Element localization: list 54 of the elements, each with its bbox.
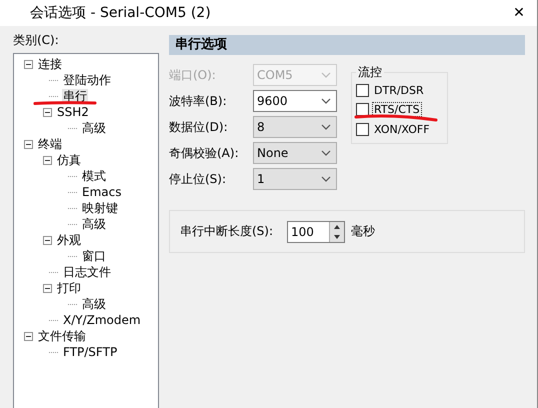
field-label: 波特率(B): bbox=[169, 92, 228, 110]
checkbox[interactable] bbox=[356, 122, 369, 136]
tree-item[interactable]: 日志文件 bbox=[62, 264, 112, 280]
category-label: 类别(C): bbox=[13, 33, 60, 49]
chevron-down-icon bbox=[321, 150, 331, 156]
collapse-icon[interactable] bbox=[24, 60, 33, 68]
chevron-down-icon bbox=[321, 98, 331, 104]
section-header: 串行选项 bbox=[169, 35, 525, 55]
checkbox-label: XON/XOFF bbox=[373, 122, 431, 137]
tree-item[interactable]: X/Y/Zmodem bbox=[62, 312, 142, 328]
collapse-icon[interactable] bbox=[24, 140, 33, 148]
tree-item[interactable]: FTP/SFTP bbox=[62, 344, 118, 360]
tree-item[interactable]: 仿真 bbox=[56, 152, 82, 168]
number-field[interactable]: 100 bbox=[287, 220, 346, 242]
combo-box[interactable]: 1 bbox=[253, 168, 337, 190]
tree-item[interactable]: 打印 bbox=[56, 280, 82, 296]
chevron-down-icon bbox=[321, 124, 331, 130]
tree-item[interactable]: 模式 bbox=[81, 168, 107, 184]
tree-item[interactable]: 窗口 bbox=[81, 248, 107, 264]
tree-item[interactable]: 高级 bbox=[81, 296, 107, 312]
annotation-stroke bbox=[32, 100, 98, 106]
combo-box[interactable]: 8 bbox=[253, 116, 337, 138]
unit-label: 毫秒 bbox=[351, 223, 376, 240]
chevron-down-icon bbox=[321, 176, 331, 182]
checkbox[interactable] bbox=[356, 103, 369, 116]
checkbox-label: DTR/DSR bbox=[373, 83, 425, 98]
tree-item[interactable]: 高级 bbox=[81, 216, 107, 232]
window-title: 会话选项 - Serial-COM5 (2) bbox=[30, 4, 211, 22]
close-button[interactable]: ✕ bbox=[501, 0, 537, 26]
group-title: 流控 bbox=[357, 64, 383, 81]
tree-item[interactable]: SSH2 bbox=[56, 104, 90, 120]
chevron-down-icon bbox=[321, 72, 331, 78]
checkbox[interactable] bbox=[356, 84, 369, 98]
collapse-icon[interactable] bbox=[43, 108, 52, 116]
field-label: 奇偶校验(A): bbox=[169, 144, 240, 162]
combo-box[interactable]: 9600 bbox=[253, 90, 337, 112]
collapse-icon[interactable] bbox=[43, 284, 52, 292]
tree-item[interactable]: 连接 bbox=[37, 56, 63, 72]
tree-item[interactable]: Emacs bbox=[81, 184, 122, 200]
tree-item[interactable]: 登陆动作 bbox=[62, 72, 112, 88]
field-label: 数据位(D): bbox=[169, 118, 229, 136]
tree-item[interactable]: 高级 bbox=[81, 120, 107, 136]
tree-item[interactable]: 文件传输 bbox=[37, 328, 87, 344]
collapse-icon[interactable] bbox=[24, 332, 33, 340]
collapse-icon[interactable] bbox=[43, 156, 52, 164]
collapse-icon[interactable] bbox=[43, 236, 52, 244]
field-label: 端口(O): bbox=[169, 66, 217, 84]
checkbox-label: RTS/CTS bbox=[372, 102, 422, 118]
tree-item[interactable]: 映射键 bbox=[81, 200, 119, 216]
field-label: 串行中断长度(S): bbox=[180, 223, 274, 240]
tree-item[interactable]: 外观 bbox=[56, 232, 82, 248]
field-label: 停止位(S): bbox=[169, 170, 228, 188]
tree-item[interactable]: 终端 bbox=[37, 136, 63, 152]
combo-box[interactable]: None bbox=[253, 142, 337, 164]
